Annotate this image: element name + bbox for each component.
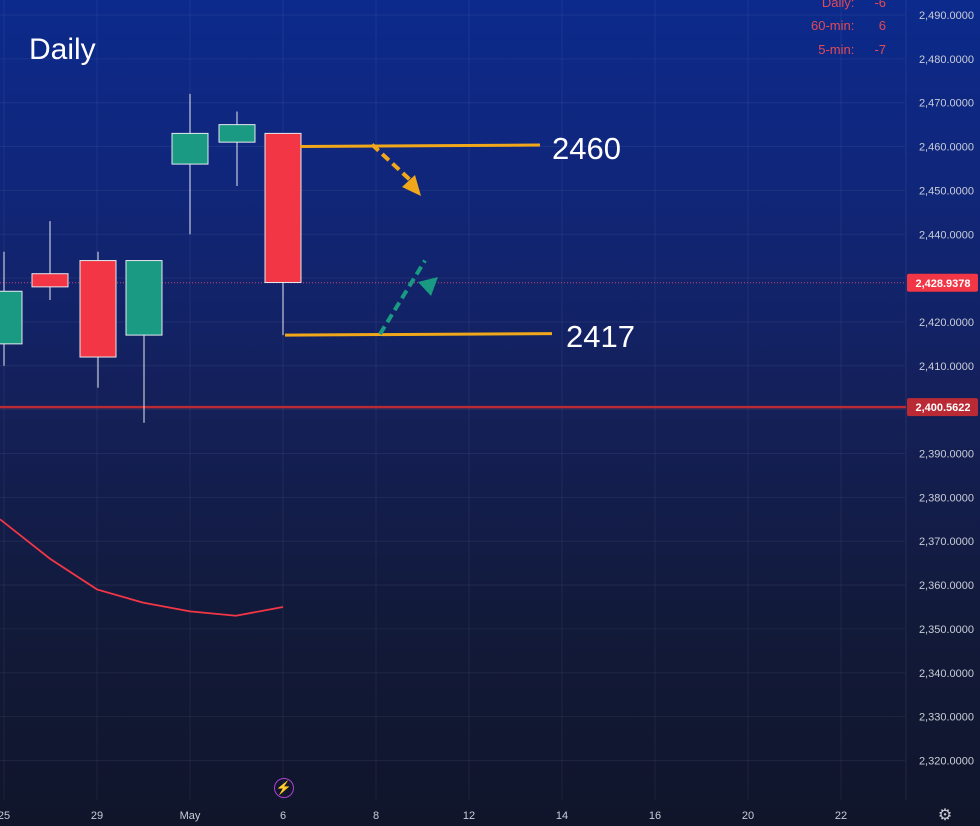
- x-tick-label: 14: [556, 810, 568, 822]
- y-tick-label: 2,340.0000: [919, 668, 974, 680]
- chart-title: Daily: [29, 33, 96, 66]
- indicator-row-5min: 5-min: -7: [736, 42, 886, 57]
- indicator-label: Daily:: [821, 0, 855, 10]
- up-arrow-shaft: [378, 259, 427, 336]
- x-tick-label: 8: [373, 810, 379, 822]
- y-tick-label: 2,460.0000: [919, 142, 974, 154]
- candle-body: [125, 260, 163, 336]
- y-tick-label: 2,320.0000: [919, 755, 974, 767]
- indicator-row-60min: 60-min: 6: [736, 18, 886, 33]
- x-tick-label: 12: [463, 810, 475, 822]
- candle-body: [79, 260, 117, 358]
- y-tick-label: 2,450.0000: [919, 185, 974, 197]
- y-tick-label: 2,440.0000: [919, 229, 974, 241]
- down-arrow-shaft: [370, 143, 414, 184]
- indicator-value: -7: [874, 42, 886, 57]
- x-tick-label: 25: [0, 810, 10, 822]
- candle-body: [218, 124, 256, 143]
- y-tick-label: 2,330.0000: [919, 712, 974, 724]
- x-tick-label: 6: [280, 810, 286, 822]
- resistance-level-line: [299, 143, 541, 149]
- resistance-label: 2460: [552, 131, 621, 166]
- x-tick-label: 22: [835, 810, 847, 822]
- y-tick-label: 2,480.0000: [919, 54, 974, 66]
- price-chart[interactable]: 2,320.0000 2,330.0000 2,340.0000 2,350.0000…: [0, 0, 980, 826]
- y-tick-label: 2,350.0000: [919, 624, 974, 636]
- current-price-label: 2,428.9378: [915, 278, 970, 290]
- down-arrow-head: [402, 175, 421, 196]
- support-price-label: 2,400.5622: [915, 402, 970, 414]
- y-tick-label: 2,360.0000: [919, 580, 974, 592]
- chart-stage[interactable]: 2,320.0000 2,330.0000 2,340.0000 2,350.0000…: [0, 0, 980, 826]
- y-tick-label: 2,410.0000: [919, 361, 974, 373]
- x-tick-label: 29: [91, 810, 103, 822]
- y-tick-label: 2,420.0000: [919, 317, 974, 329]
- candle-body: [0, 290, 23, 345]
- x-tick-label: 20: [742, 810, 754, 822]
- y-tick-label: 2,490.0000: [919, 10, 974, 22]
- x-tick-label: 16: [649, 810, 661, 822]
- candle-body: [171, 132, 209, 165]
- lightning-icon[interactable]: ⚡: [274, 778, 294, 798]
- support-target-label: 2417: [566, 319, 635, 354]
- candle-body: [31, 273, 69, 288]
- y-tick-label: 2,470.0000: [919, 98, 974, 110]
- y-tick-label: 2,390.0000: [919, 449, 974, 461]
- moving-average-line: [0, 518, 284, 617]
- indicator-row-daily: Daily: -6: [736, 0, 886, 10]
- indicator-label: 5-min:: [818, 42, 855, 57]
- y-tick-label: 2,370.0000: [919, 536, 974, 548]
- candle-body: [264, 132, 302, 283]
- gear-icon[interactable]: ⚙: [936, 806, 954, 824]
- y-tick-label: 2,380.0000: [919, 492, 974, 504]
- x-tick-label: May: [180, 810, 201, 822]
- up-arrow-head: [418, 277, 438, 296]
- indicator-label: 60-min:: [811, 18, 855, 33]
- support-level-line: [284, 332, 553, 337]
- indicator-value: -6: [874, 0, 886, 10]
- indicator-value: 6: [878, 18, 886, 33]
